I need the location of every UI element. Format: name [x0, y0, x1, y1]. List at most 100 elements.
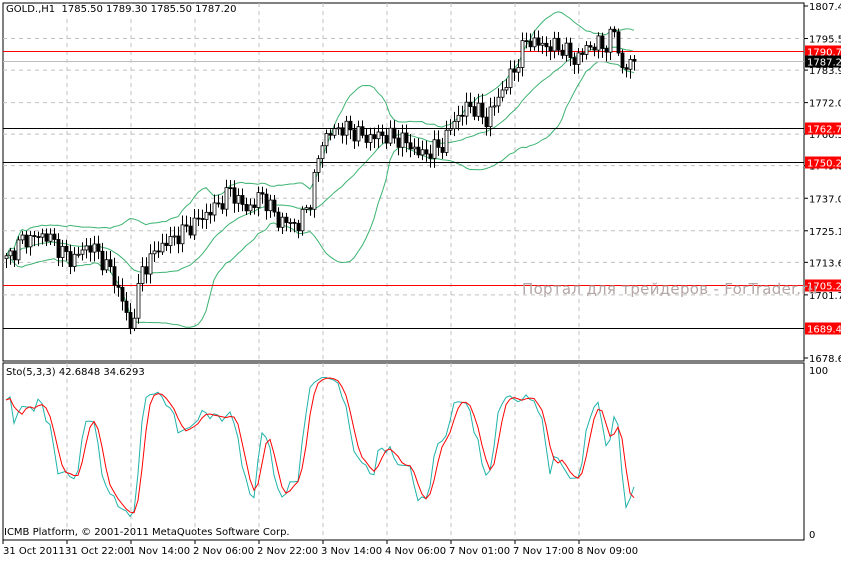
candle-body: [264, 193, 269, 212]
candle-body: [388, 127, 393, 144]
candle-body: [556, 37, 561, 51]
candle-body: [620, 52, 625, 69]
candle-body: [244, 204, 249, 212]
candle-body: [284, 216, 289, 223]
candle-body: [104, 259, 109, 271]
candle-body: [440, 146, 445, 153]
candle-body: [124, 300, 129, 313]
candle-body: [348, 120, 353, 131]
candle-body: [220, 203, 225, 210]
candle-body: [592, 46, 597, 51]
candle-body: [268, 199, 273, 212]
candle-body: [192, 217, 197, 236]
candle-body: [588, 45, 593, 48]
low-value: 1785.50: [150, 4, 192, 15]
candle-body: [60, 245, 65, 258]
level-price-label: 1762.71: [807, 125, 841, 136]
candle-body: [88, 245, 93, 253]
candle-body: [320, 145, 325, 160]
high-value: 1789.30: [106, 4, 148, 15]
candle-body: [480, 102, 485, 118]
candle-body: [360, 126, 365, 136]
candle-body: [136, 283, 141, 319]
candle-body: [532, 37, 537, 48]
candle-body: [164, 242, 169, 247]
x-tick-label: 8 Nov 09:00: [577, 546, 638, 557]
candle-body: [204, 211, 209, 220]
candle-body: [296, 222, 301, 232]
candle-body: [332, 128, 337, 136]
x-tick-label: 7 Nov 17:00: [513, 546, 574, 557]
candle-body: [412, 146, 417, 150]
indicator-name: Sto(5,3,3): [6, 367, 56, 378]
candle-body: [208, 211, 213, 216]
candle-body: [212, 202, 217, 216]
x-tick-label: 4 Nov 06:00: [385, 546, 446, 557]
y-tick-label: 1713.60: [809, 258, 841, 269]
candle-body: [624, 67, 629, 70]
candle-body: [96, 243, 101, 252]
candle-body: [476, 102, 481, 117]
candle-body: [544, 42, 549, 48]
candle-body: [488, 106, 493, 128]
candle-body: [160, 242, 165, 253]
candle-body: [384, 135, 389, 144]
candle-body: [604, 48, 609, 53]
candle-body: [548, 46, 553, 52]
candle-body: [52, 233, 57, 240]
candle-body: [76, 253, 81, 256]
candle-body: [612, 28, 617, 33]
candle-body: [292, 222, 297, 224]
y-tick-label: 1772.05: [809, 99, 841, 110]
candle-body: [528, 40, 533, 48]
y-tick-label: 1807.40: [809, 2, 841, 13]
stochastic-header: Sto(5,3,3) 42.6848 34.6293: [6, 367, 145, 378]
candle-body: [608, 28, 613, 53]
candle-body: [148, 253, 153, 275]
candle-body: [376, 131, 381, 140]
candle-body: [512, 68, 517, 73]
current-price-label: 1787.20: [807, 58, 841, 69]
candle-body: [520, 40, 525, 68]
candle-body: [176, 235, 181, 245]
candle-body: [432, 139, 437, 159]
candle-body: [156, 250, 161, 253]
candle-body: [568, 42, 573, 59]
candle-body: [240, 195, 245, 205]
candle-body: [80, 249, 85, 255]
candle-body: [484, 116, 489, 128]
candle-body: [516, 67, 521, 73]
candle-body: [368, 134, 373, 143]
candle-body: [232, 187, 237, 204]
candle-body: [40, 233, 45, 238]
close-value: 1787.20: [195, 4, 237, 15]
candle-body: [224, 187, 229, 210]
candle-body: [252, 204, 257, 208]
candle-body: [120, 286, 125, 302]
candle-body: [248, 204, 253, 212]
candle-body: [400, 132, 405, 148]
candle-body: [576, 52, 581, 65]
candle-body: [84, 245, 89, 251]
candle-body: [28, 235, 33, 248]
candle-body: [396, 137, 401, 148]
chart-window[interactable]: 1807.401795.501783.951772.051760.501749.…: [0, 0, 841, 558]
candle-body: [112, 266, 117, 286]
watermark: Портал для трейдеров - ForTrader.ru: [522, 280, 818, 298]
candle-body: [280, 216, 285, 228]
candle-body: [468, 101, 473, 108]
candle-body: [504, 87, 509, 91]
candle-body: [464, 101, 469, 117]
candle-body: [352, 129, 357, 142]
chart-canvas[interactable]: 1807.401795.501783.951772.051760.501749.…: [0, 0, 841, 558]
level-price-label: 1689.40: [807, 325, 841, 336]
open-value: 1785.50: [61, 4, 103, 15]
stoch-main-value: 42.6848: [58, 367, 101, 378]
candle-body: [184, 224, 189, 227]
candle-body: [632, 58, 637, 62]
candle-body: [492, 105, 497, 108]
candle-body: [216, 202, 221, 205]
candle-body: [48, 233, 53, 242]
candle-body: [560, 49, 565, 56]
candle-body: [16, 239, 21, 261]
